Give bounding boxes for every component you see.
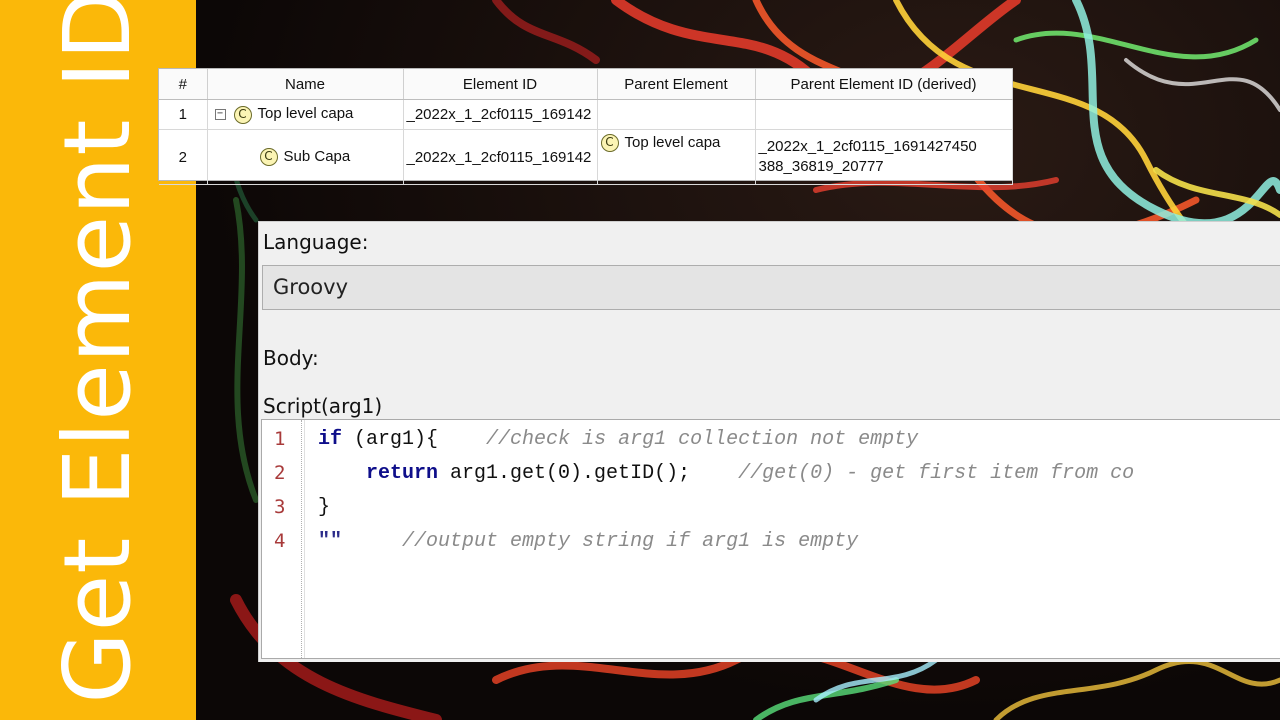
parent-element-id-cell[interactable] bbox=[755, 99, 1013, 130]
code-padding bbox=[690, 462, 738, 485]
language-label: Language: bbox=[263, 230, 369, 254]
body-label: Body: bbox=[263, 346, 319, 370]
row-number: 2 bbox=[159, 129, 208, 185]
line-number: 4 bbox=[274, 530, 286, 552]
line-number: 2 bbox=[274, 462, 286, 484]
row-number: 1 bbox=[159, 99, 208, 130]
column-header-parent-element-id[interactable]: Parent Element ID (derived) bbox=[755, 69, 1013, 100]
parent-element-cell[interactable] bbox=[597, 99, 756, 130]
code-comment: //output empty string if arg1 is empty bbox=[402, 530, 859, 553]
class-c-icon: C bbox=[600, 134, 619, 153]
line-number: 1 bbox=[274, 428, 286, 450]
element-id-cell[interactable]: _2022x_1_2cf0115_169142 bbox=[403, 129, 598, 185]
column-header-parent-element[interactable]: Parent Element bbox=[597, 69, 756, 100]
keyword: if bbox=[318, 428, 343, 451]
element-name: Sub Capa bbox=[283, 147, 351, 165]
class-c-icon: C bbox=[233, 105, 252, 124]
string-literal: "" bbox=[318, 530, 343, 553]
script-signature-label: Script(arg1) bbox=[263, 394, 383, 418]
code-text: (arg1){ bbox=[342, 428, 439, 451]
code-padding bbox=[342, 530, 402, 553]
code-comment: //get(0) - get first item from co bbox=[738, 462, 1135, 485]
class-c-icon: C bbox=[259, 148, 278, 167]
language-select[interactable]: Groovy bbox=[262, 265, 1280, 310]
banner-title: Get Element ID bbox=[44, 0, 151, 704]
table-header-row: # Name Element ID Parent Element Parent … bbox=[159, 69, 1013, 100]
code-comment: //check is arg1 collection not empty bbox=[486, 428, 919, 451]
parent-element-id-cell[interactable]: _2022x_1_2cf0115_1691427450 388_36819_20… bbox=[755, 129, 1013, 185]
line-number-gutter: 1 2 3 4 bbox=[262, 420, 305, 658]
code-line[interactable]: } bbox=[318, 496, 330, 519]
line-number: 3 bbox=[274, 496, 286, 518]
code-padding bbox=[438, 428, 486, 451]
code-editor[interactable]: 1 2 3 4 if (arg1){ //check is arg1 colle… bbox=[261, 419, 1280, 659]
element-id-cell[interactable]: _2022x_1_2cf0115_169142 bbox=[403, 99, 598, 130]
table-row[interactable]: 1 − C Top level capa _2022x_1_2cf0115_1691… bbox=[159, 99, 1013, 130]
code-line[interactable]: if (arg1){ //check is arg1 collection no… bbox=[318, 428, 918, 451]
code-text: arg1.get(0).getID(); bbox=[438, 462, 691, 485]
parent-element-cell[interactable]: C Top level capa bbox=[597, 129, 756, 185]
column-header-element-id[interactable]: Element ID bbox=[403, 69, 598, 100]
code-line[interactable]: "" //output empty string if arg1 is empt… bbox=[318, 530, 858, 553]
column-header-name[interactable]: Name bbox=[207, 69, 404, 100]
parent-element-name: Top level capa bbox=[624, 134, 721, 151]
code-line[interactable]: return arg1.get(0).getID(); //get(0) - g… bbox=[318, 462, 1134, 485]
code-text: } bbox=[318, 496, 331, 519]
name-cell[interactable]: C Sub Capa bbox=[207, 129, 404, 185]
column-header-number[interactable]: # bbox=[159, 69, 208, 100]
table-row[interactable]: 2 C Sub Capa _2022x_1_2cf0115_169142 C Top… bbox=[159, 129, 1013, 185]
name-cell[interactable]: − C Top level capa bbox=[207, 99, 404, 130]
script-editor-panel: Language: Groovy Body: Script(arg1) 1 2 … bbox=[258, 221, 1280, 662]
elements-table: # Name Element ID Parent Element Parent … bbox=[158, 68, 1013, 185]
element-name: Top level capa bbox=[257, 105, 354, 123]
collapse-minus-icon[interactable]: − bbox=[214, 109, 226, 121]
keyword: return bbox=[366, 462, 439, 485]
